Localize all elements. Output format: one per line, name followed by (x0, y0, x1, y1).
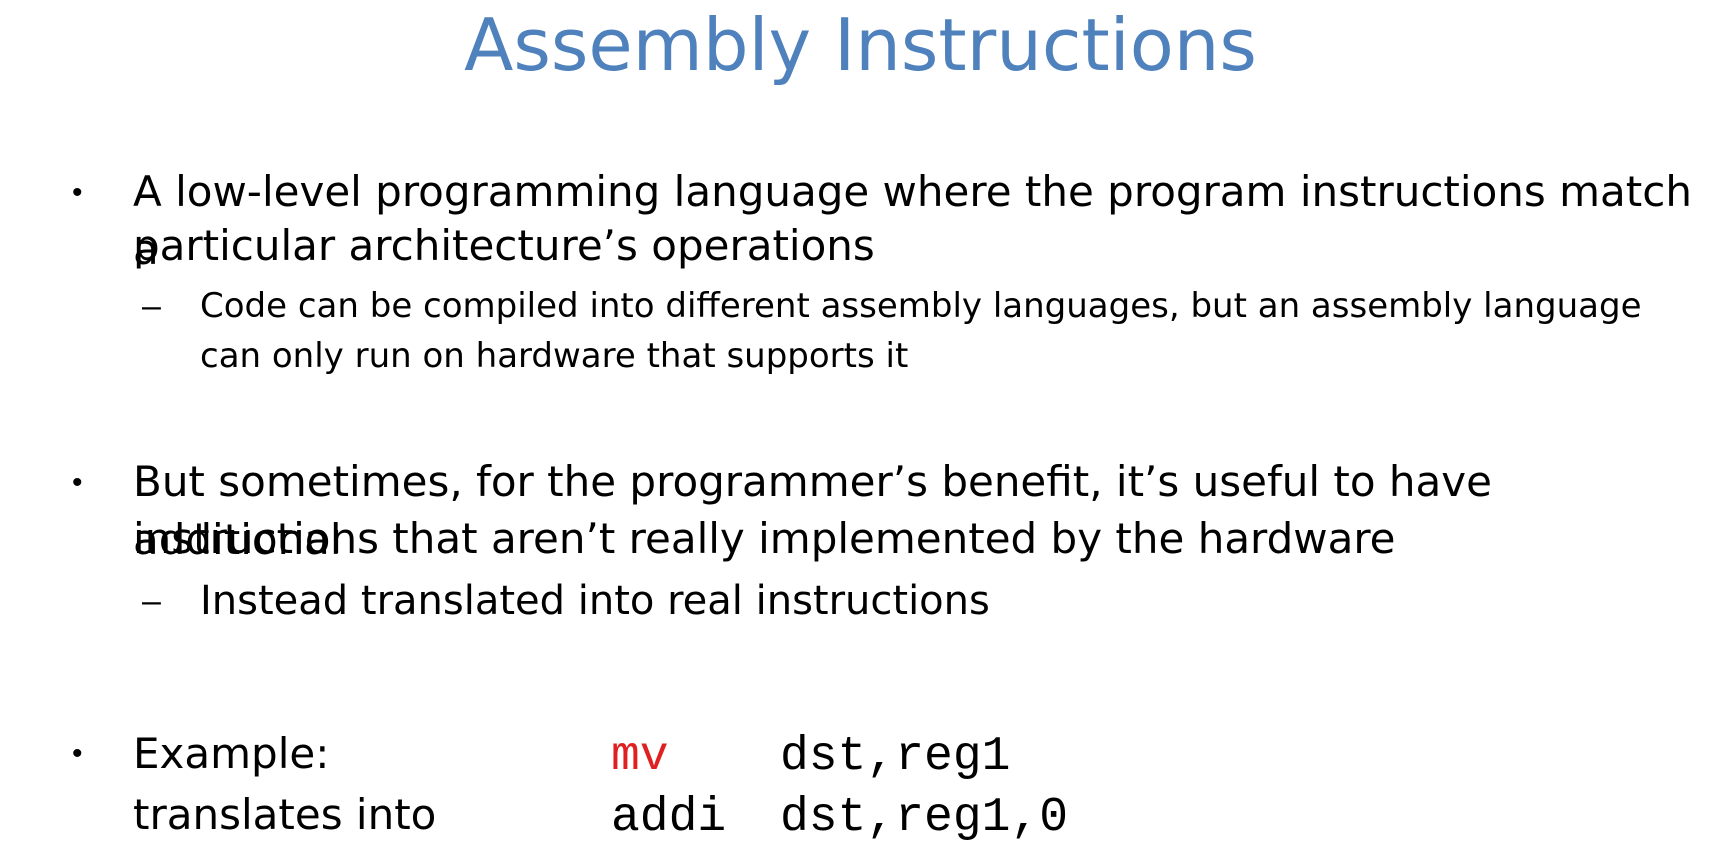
slide-title: Assembly Instructions (464, 3, 1257, 87)
code-addi-args: dst,reg1,0 (780, 791, 1069, 845)
bullet-2-line-2: instructions that aren’t really implemen… (133, 514, 1396, 563)
bullet-icon: • (72, 176, 83, 209)
bullet-icon: • (72, 737, 83, 770)
example-label: Example: (133, 729, 330, 778)
code-mv-op: mv (611, 730, 669, 784)
bullet-icon: • (72, 466, 83, 499)
code-addi-op: addi (611, 791, 727, 845)
dash-icon: – (142, 287, 161, 325)
translates-into-label: translates into (133, 790, 437, 839)
dash-icon: – (142, 582, 161, 620)
code-mv-args: dst,reg1 (780, 730, 1011, 784)
sub-bullet-1-line-2: can only run on hardware that supports i… (200, 336, 909, 376)
slide: Assembly Instructions • A low-level prog… (0, 0, 1721, 856)
bullet-1-line-2: particular architecture’s operations (133, 221, 875, 270)
sub-bullet-2-line-1: Instead translated into real instruction… (200, 578, 990, 624)
sub-bullet-1-line-1: Code can be compiled into different asse… (200, 286, 1642, 326)
